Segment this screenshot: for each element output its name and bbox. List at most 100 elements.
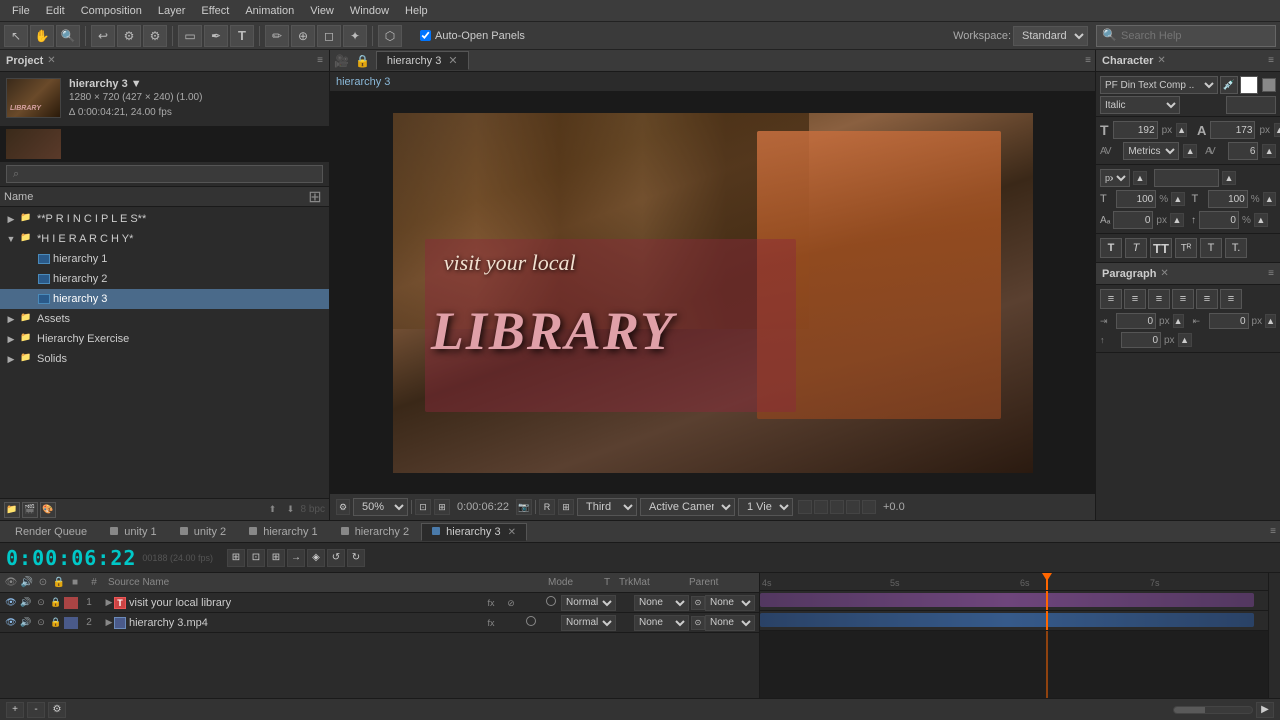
- project-btn-new-comp[interactable]: 🎬: [22, 502, 38, 518]
- para-indent-left-input[interactable]: [1116, 313, 1156, 329]
- tree-item-hex[interactable]: ▶ 📁 Hierarchy Exercise: [0, 329, 329, 349]
- tl-btn-scroll-right[interactable]: ▶: [1256, 702, 1274, 718]
- tree-item-principles[interactable]: ▶ 📁 **P R I N C I P L E S**: [0, 209, 329, 229]
- tl-tab-renderqueue[interactable]: Render Queue: [4, 523, 98, 541]
- tree-item-h1[interactable]: hierarchy 1: [0, 249, 329, 269]
- tl-l1-audio[interactable]: 🔊: [19, 597, 33, 608]
- char-tracking-stepper[interactable]: ▲: [1183, 144, 1197, 158]
- char-btn-italic[interactable]: T: [1125, 238, 1147, 258]
- para-align-center[interactable]: ≡: [1124, 289, 1146, 309]
- tool-extra[interactable]: ⬡: [378, 25, 402, 47]
- viewer-btn-3d[interactable]: [862, 500, 876, 514]
- tree-item-solids[interactable]: ▶ 📁 Solids: [0, 349, 329, 369]
- tool-settings[interactable]: ⚙: [143, 25, 167, 47]
- tool-eraser[interactable]: ◻: [317, 25, 341, 47]
- tl-btn-settings1[interactable]: ⊞: [227, 549, 245, 567]
- char-btn-bold[interactable]: T: [1100, 238, 1122, 258]
- tl-l2-mode[interactable]: Normal: [561, 615, 616, 631]
- tl-l2-trkmat[interactable]: None: [634, 615, 689, 631]
- tl-btn-settings2[interactable]: ⊡: [247, 549, 265, 567]
- tl-tab-h3-close[interactable]: ✕: [508, 527, 516, 538]
- tree-arrow-assets[interactable]: ▶: [4, 314, 18, 325]
- tree-item-h3[interactable]: hierarchy 3: [0, 289, 329, 309]
- tree-arrow-solids[interactable]: ▶: [4, 354, 18, 365]
- tl-tab-h1[interactable]: hierarchy 1: [238, 523, 328, 541]
- tl-l2-audio[interactable]: 🔊: [19, 617, 33, 628]
- tl-l1-mode[interactable]: Normal: [561, 595, 616, 611]
- project-btn-color[interactable]: 🎨: [40, 502, 56, 518]
- char-btn-sub[interactable]: T.: [1225, 238, 1247, 258]
- viewer-btn-fit[interactable]: ⊡: [415, 499, 431, 515]
- char-unit-input[interactable]: [1154, 169, 1219, 187]
- viewer-btn-grid[interactable]: ⊞: [558, 499, 574, 515]
- tool-pen[interactable]: ✒: [204, 25, 228, 47]
- tl-btn-settings4[interactable]: →: [287, 549, 305, 567]
- menu-help[interactable]: Help: [397, 3, 436, 19]
- char-size-stepper[interactable]: ▲: [1176, 123, 1187, 137]
- tl-tab-h2[interactable]: hierarchy 2: [330, 523, 420, 541]
- tl-l2-parent[interactable]: None: [705, 615, 755, 631]
- tool-puppet[interactable]: ✦: [343, 25, 367, 47]
- viewer-zoom-select[interactable]: 50%: [353, 498, 408, 516]
- viewer-btn-props[interactable]: ⚙: [336, 499, 350, 515]
- tl-l2-lock[interactable]: 🔒: [49, 617, 63, 628]
- menu-edit[interactable]: Edit: [38, 3, 73, 19]
- para-space-before-input[interactable]: [1121, 332, 1161, 348]
- tree-arrow-hex[interactable]: ▶: [4, 334, 18, 345]
- tl-l1-pencil[interactable]: [546, 596, 556, 606]
- tree-item-h2[interactable]: hierarchy 2: [0, 269, 329, 289]
- auto-open-panels-checkbox[interactable]: [420, 30, 431, 41]
- tl-l2-expand[interactable]: ▶: [104, 617, 114, 628]
- char-kerning-input[interactable]: [1228, 142, 1258, 160]
- tl-l1-trkmat[interactable]: None: [634, 595, 689, 611]
- tool-hand[interactable]: ✋: [30, 25, 54, 47]
- menu-animation[interactable]: Animation: [237, 3, 302, 19]
- tl-tab-h3[interactable]: hierarchy 3 ✕: [421, 523, 527, 541]
- tl-l1-parent-icon[interactable]: ⊙: [691, 596, 705, 610]
- tl-l2-label[interactable]: [64, 617, 78, 629]
- char-unit-select[interactable]: px: [1100, 169, 1130, 187]
- tree-item-assets[interactable]: ▶ 📁 Assets: [0, 309, 329, 329]
- project-btn-scroll[interactable]: ⬆: [265, 502, 281, 518]
- tl-panel-menu[interactable]: ≡: [1270, 526, 1276, 537]
- tool-text[interactable]: T: [230, 25, 254, 47]
- para-align-left[interactable]: ≡: [1100, 289, 1122, 309]
- para-align-justify[interactable]: ≡: [1172, 289, 1194, 309]
- project-panel-x[interactable]: ✕: [47, 55, 55, 66]
- tl-l1-fx[interactable]: fx: [487, 598, 494, 608]
- viewer-btn-g[interactable]: [814, 500, 828, 514]
- tl-btn-settings7[interactable]: ↻: [347, 549, 365, 567]
- viewer-btn-rgbtoggle[interactable]: R: [539, 499, 555, 515]
- char-btn-smallcaps[interactable]: Tᴿ: [1175, 238, 1197, 258]
- project-btn-scroll-down[interactable]: ⬇: [283, 502, 299, 518]
- tl-l2-parent-icon[interactable]: ⊙: [691, 616, 705, 630]
- viewer-view-count-select[interactable]: 1 View: [738, 498, 793, 516]
- project-panel-menu[interactable]: ≡: [317, 55, 323, 66]
- tree-arrow-hierarchy[interactable]: ▼: [4, 234, 18, 244]
- tl-btn-settings-extra[interactable]: ⚙: [48, 702, 66, 718]
- comp-tab-h3[interactable]: hierarchy 3 ✕: [376, 51, 469, 70]
- tl-l2-eye[interactable]: 👁: [4, 617, 18, 628]
- tl-btn-settings3[interactable]: ⊞: [267, 549, 285, 567]
- tl-l1-solo[interactable]: ⊙: [34, 597, 48, 608]
- para-indent-right-input[interactable]: [1209, 313, 1249, 329]
- char-style-input[interactable]: [1226, 96, 1276, 114]
- workspace-select[interactable]: Standard: [1013, 26, 1088, 46]
- tl-l1-quality[interactable]: ⊘: [507, 598, 515, 608]
- char-panel-menu[interactable]: ≡: [1268, 55, 1274, 66]
- tl-tab-unity1[interactable]: unity 1: [99, 523, 167, 541]
- para-space-before-stepper[interactable]: ▲: [1178, 333, 1192, 347]
- tool-select[interactable]: ↖: [4, 25, 28, 47]
- tool-undo[interactable]: ↩: [91, 25, 115, 47]
- char-unit-input-stepper[interactable]: ▲: [1222, 171, 1236, 185]
- tl-l1-label[interactable]: [64, 597, 78, 609]
- menu-window[interactable]: Window: [342, 3, 397, 19]
- para-panel-close[interactable]: ✕: [1160, 268, 1168, 279]
- para-panel-menu[interactable]: ≡: [1268, 268, 1274, 279]
- char-hscale-input[interactable]: [1116, 190, 1156, 208]
- para-indent-left-stepper[interactable]: ▲: [1173, 314, 1184, 328]
- char-font-select[interactable]: PF Din Text Comp ..: [1100, 76, 1218, 94]
- char-btn-super[interactable]: T: [1200, 238, 1222, 258]
- tree-arrow-principles[interactable]: ▶: [4, 214, 18, 225]
- para-align-justify-full[interactable]: ≡: [1220, 289, 1242, 309]
